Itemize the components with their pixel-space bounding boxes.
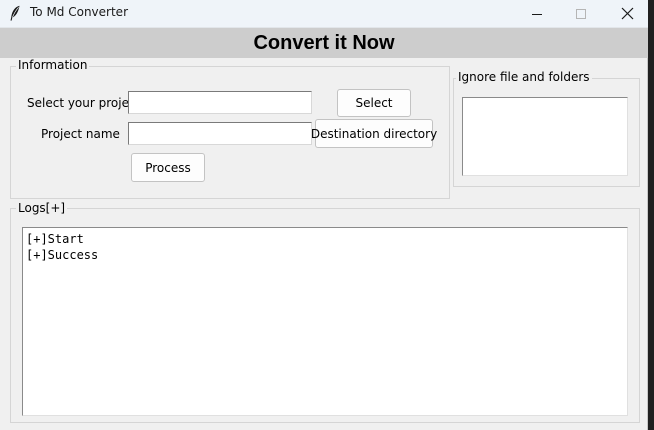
window-title: To Md Converter: [30, 5, 128, 19]
project-path-input[interactable]: [128, 91, 312, 114]
ignore-list-textarea[interactable]: [462, 97, 628, 176]
minimize-button[interactable]: [514, 0, 560, 27]
close-button[interactable]: [604, 0, 650, 27]
process-button[interactable]: Process: [131, 153, 205, 182]
page-title: Convert it Now: [253, 31, 395, 54]
title-bar[interactable]: To Md Converter: [0, 0, 648, 28]
log-line: [+]Start: [26, 232, 84, 246]
feather-icon: [10, 5, 20, 21]
minimize-icon: [532, 13, 542, 15]
maximize-icon: [576, 8, 586, 19]
header-banner: Convert it Now: [0, 28, 648, 58]
log-line: [+]Success: [26, 248, 99, 262]
ignore-group-label: Ignore file and folders: [456, 70, 592, 84]
information-group-label: Information: [16, 58, 90, 72]
project-name-input[interactable]: [128, 122, 312, 145]
select-button[interactable]: Select: [337, 89, 411, 117]
logs-group-label: Logs[+]: [16, 201, 68, 215]
maximize-button[interactable]: [558, 0, 604, 27]
project-name-label: Project name: [41, 127, 120, 141]
app-window: To Md Converter Convert it Now Informati…: [0, 0, 648, 430]
desktop-background: [648, 0, 654, 430]
close-icon: [621, 7, 633, 20]
logs-textarea[interactable]: [+]Start [+]Success: [22, 227, 628, 416]
project-label: Select your project: [27, 96, 141, 110]
destination-directory-button[interactable]: Destination directory: [311, 119, 437, 148]
